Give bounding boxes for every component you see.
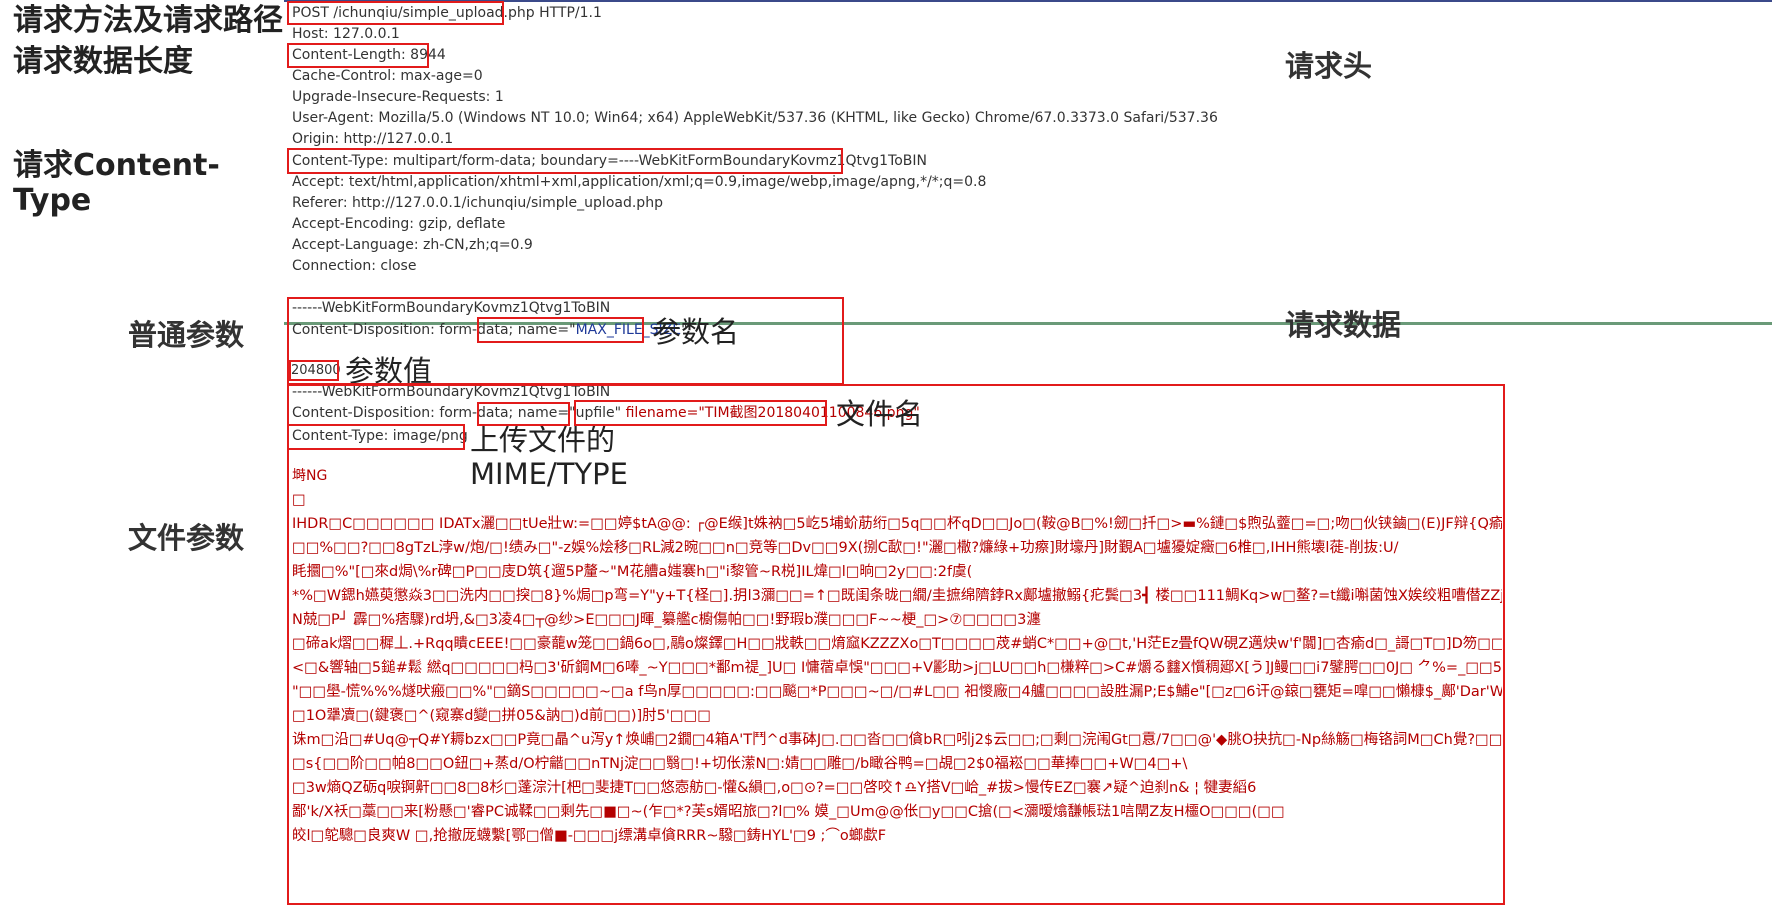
header-cache-control: Cache-Control: max-age=0 <box>292 68 483 84</box>
top-divider <box>284 0 1772 2</box>
highlight-file-name <box>574 400 827 426</box>
label-content-length: 请求数据长度 <box>13 44 193 79</box>
header-accept-encoding: Accept-Encoding: gzip, deflate <box>292 216 506 232</box>
highlight-content-length <box>287 43 429 68</box>
highlight-param-value <box>289 360 339 381</box>
label-file-param: 文件参数 <box>128 521 245 555</box>
label-content-type-2: Type <box>13 183 92 218</box>
highlight-content-type <box>287 148 843 174</box>
highlight-file-field-name <box>477 402 570 426</box>
label-method-path: 请求方法及请求路径 <box>13 3 283 38</box>
highlight-file-content-type <box>287 424 465 450</box>
header-accept: Accept: text/html,application/xhtml+xml,… <box>292 174 987 190</box>
request-protocol: HTTP/1.1 <box>534 5 602 21</box>
header-user-agent: User-Agent: Mozilla/5.0 (Windows NT 10.0… <box>292 110 1218 126</box>
label-content-type-1: 请求Content- <box>13 148 220 183</box>
header-accept-language: Accept-Language: zh-CN,zh;q=0.9 <box>292 237 533 253</box>
label-request-header: 请求头 <box>1285 49 1373 83</box>
label-normal-param: 普通参数 <box>128 318 245 352</box>
highlight-param-name <box>477 317 644 343</box>
header-host: Host: 127.0.0.1 <box>292 26 400 42</box>
header-connection: Connection: close <box>292 258 417 274</box>
highlight-method-path <box>287 1 504 25</box>
label-request-data: 请求数据 <box>1285 308 1402 342</box>
header-referer: Referer: http://127.0.0.1/ichunqiu/simpl… <box>292 195 663 211</box>
highlight-file-param <box>287 384 1505 905</box>
header-origin: Origin: http://127.0.0.1 <box>292 131 454 147</box>
header-upgrade: Upgrade-Insecure-Requests: 1 <box>292 89 504 105</box>
